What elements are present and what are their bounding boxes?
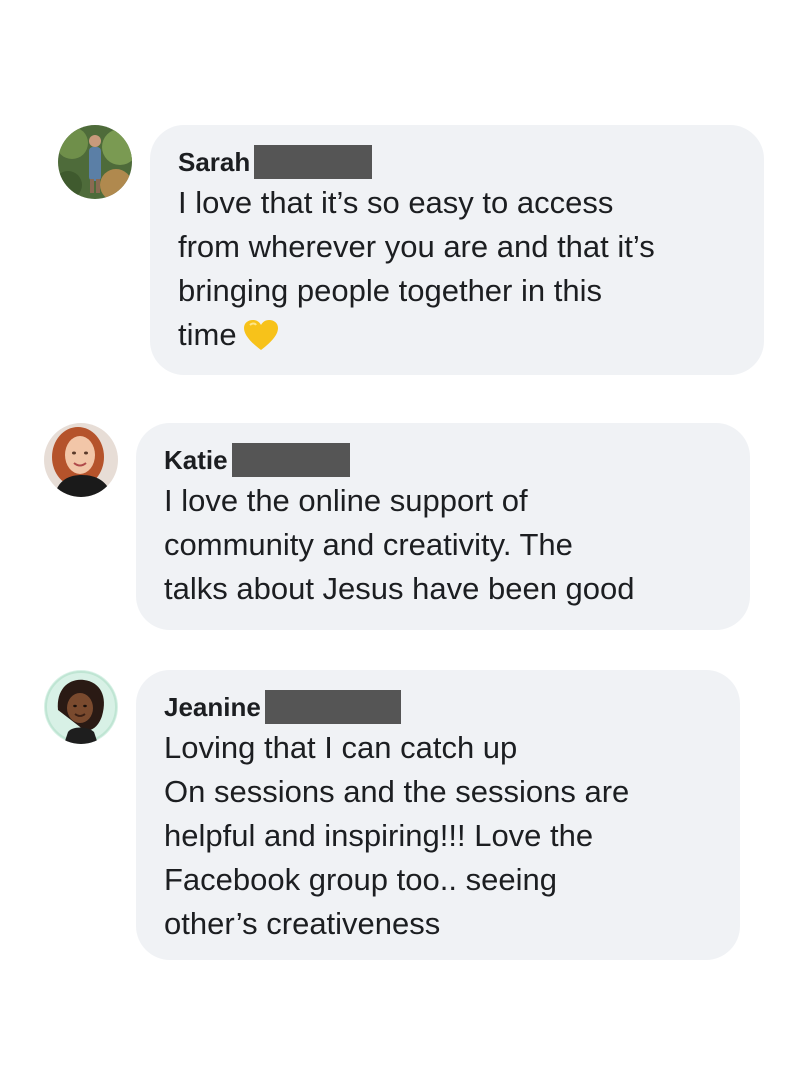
avatar-sarah[interactable]: [58, 125, 132, 199]
yellow-heart-icon: [243, 320, 278, 350]
avatar-photo-sarah: [58, 125, 132, 199]
comment-bubble: Sarah I love that it’s so easy to access…: [150, 125, 764, 375]
commenter-name[interactable]: Katie: [164, 443, 228, 477]
comment-text: I love that it’s so easy to access from …: [178, 181, 738, 357]
comment-text: Loving that I can catch up On sessions a…: [164, 730, 630, 941]
comment-text: I love the online support of community a…: [164, 483, 635, 606]
comment-katie: Katie I love the online support of commu…: [44, 423, 750, 630]
comment-header: Katie: [164, 443, 724, 477]
commenter-name[interactable]: Sarah: [178, 145, 250, 179]
redacted-surname: [264, 690, 401, 724]
comment-header: Sarah: [178, 145, 738, 179]
comment-sarah: Sarah I love that it’s so easy to access…: [58, 125, 764, 375]
commenter-name[interactable]: Jeanine: [164, 690, 261, 724]
comment-jeanine: Jeanine Loving that I can catch up On se…: [44, 670, 740, 960]
avatar-katie[interactable]: [44, 423, 118, 497]
avatar-photo-katie: [44, 423, 118, 497]
comment-bubble: Jeanine Loving that I can catch up On se…: [136, 670, 740, 960]
comment-bubble: Katie I love the online support of commu…: [136, 423, 750, 630]
comment-header: Jeanine: [164, 690, 714, 724]
redacted-surname: [231, 443, 350, 477]
avatar-illustration-jeanine: [44, 670, 118, 744]
avatar-jeanine[interactable]: [44, 670, 118, 744]
redacted-surname: [254, 145, 373, 179]
